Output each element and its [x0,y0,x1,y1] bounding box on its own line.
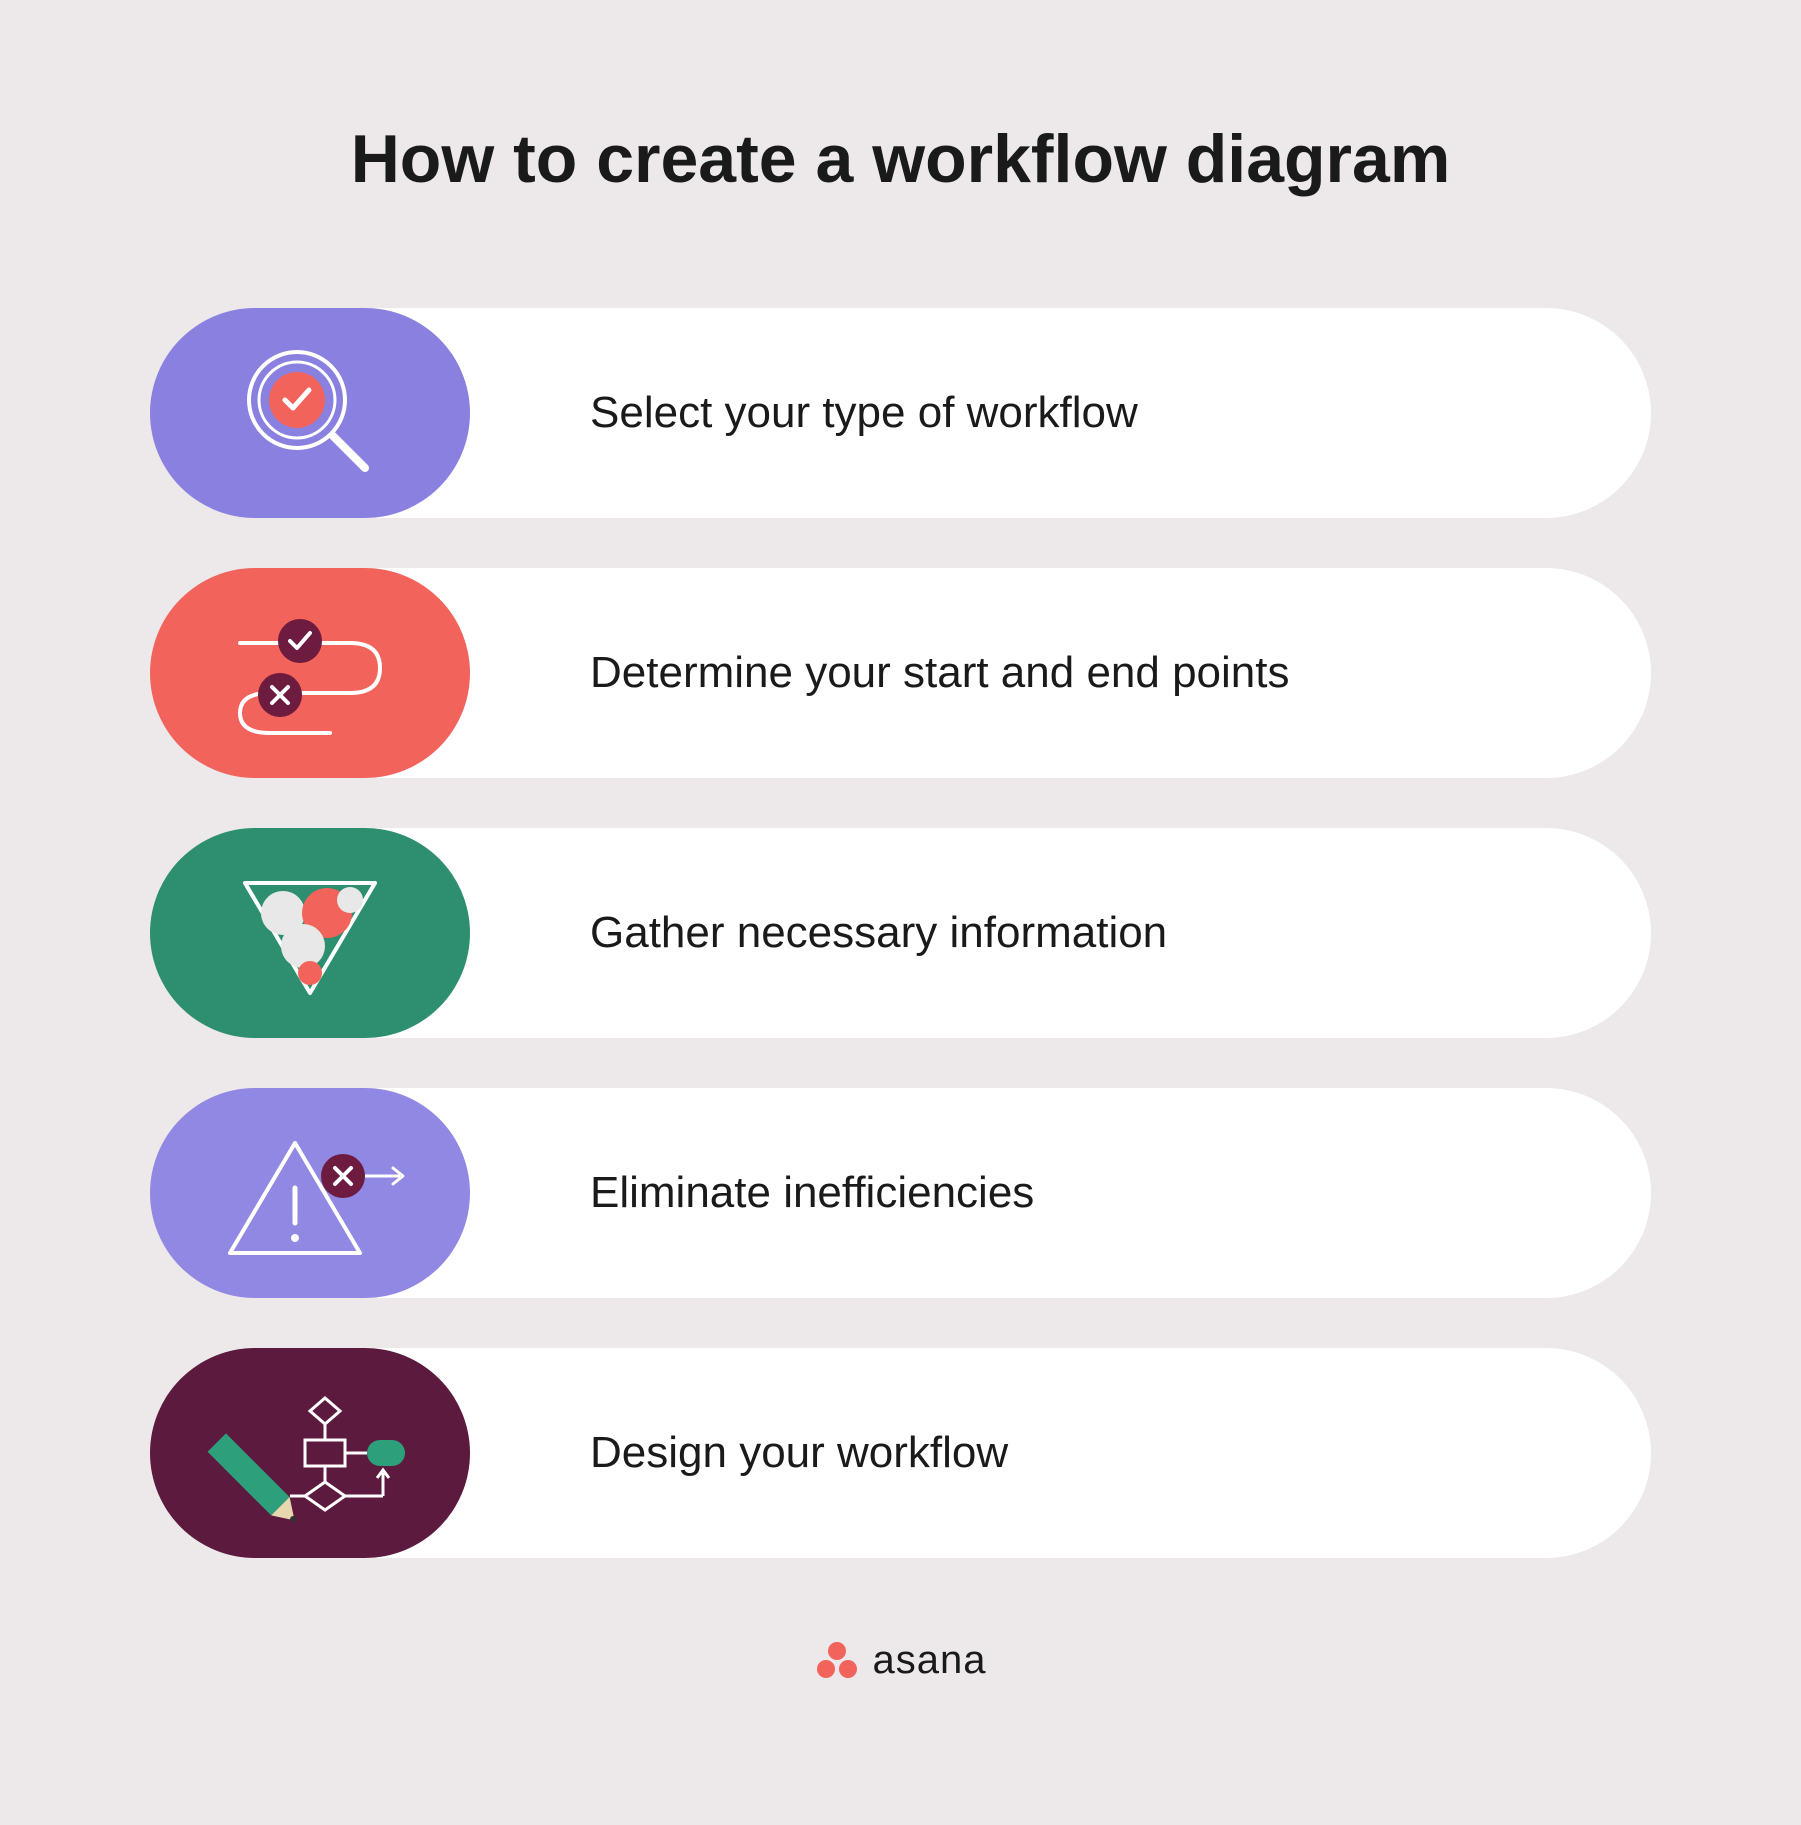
step-row: Determine your start and end points [150,568,1651,778]
step-label: Gather necessary information [590,908,1167,958]
step-row: Gather necessary information [150,828,1651,1038]
magnify-check-icon [150,308,470,518]
step-row: Select your type of workflow [150,308,1651,518]
steps-list: Select your type of workflow Determine y… [150,308,1651,1558]
flowchart-pencil-icon [150,1348,470,1558]
step-row: Eliminate inefficiencies [150,1088,1651,1298]
page-title: How to create a workflow diagram [351,120,1451,198]
brand-name: asana [873,1638,987,1683]
step-pill: Design your workflow [280,1348,1651,1558]
step-pill: Determine your start and end points [280,568,1651,778]
path-check-x-icon [150,568,470,778]
step-row: Design your workflow [150,1348,1651,1558]
step-label: Select your type of workflow [590,388,1138,438]
funnel-circles-icon [150,828,470,1038]
step-pill: Eliminate inefficiencies [280,1088,1651,1298]
brand-footer: asana [815,1638,987,1683]
step-pill: Select your type of workflow [280,308,1651,518]
step-label: Eliminate inefficiencies [590,1168,1034,1218]
step-pill: Gather necessary information [280,828,1651,1038]
asana-logo-icon [815,1639,859,1683]
step-label: Determine your start and end points [590,648,1290,698]
warning-arrow-icon [150,1088,470,1298]
step-label: Design your workflow [590,1428,1008,1478]
